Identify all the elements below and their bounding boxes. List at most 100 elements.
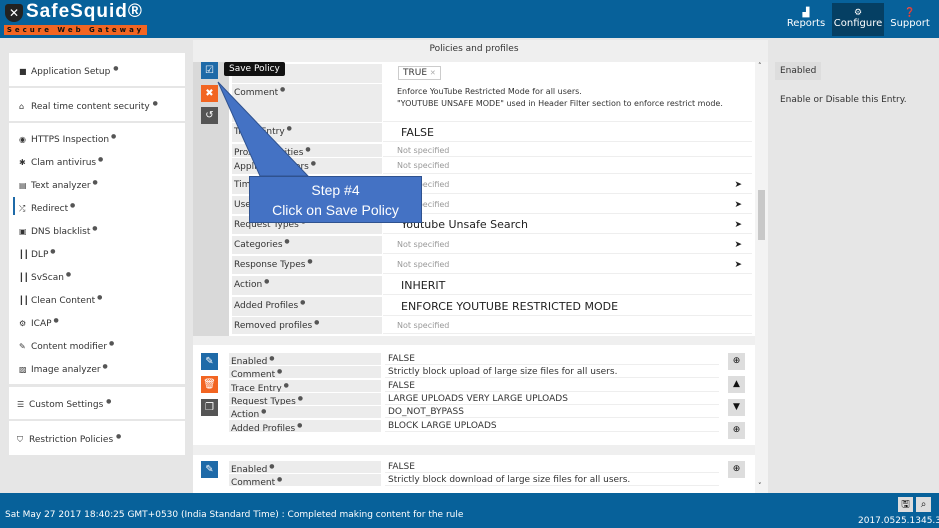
callout-instruction: Click on Save Policy <box>272 202 399 218</box>
brand-logo: SafeSquid® <box>26 1 143 22</box>
field-value[interactable]: Not specified ➤ <box>383 176 752 194</box>
field-value[interactable]: ENFORCE YOUTUBE RESTRICTED MODE <box>383 297 752 316</box>
sidebar-item-application-setup[interactable]: ■ Application Setup ● <box>9 53 185 86</box>
field-value: FALSE <box>385 353 719 365</box>
send-icon[interactable]: ➤ <box>734 216 742 234</box>
scroll-up-icon[interactable]: ˄ <box>758 62 762 70</box>
field-value[interactable]: Enforce YouTube Restricted Mode for all … <box>383 84 752 122</box>
sidebar-item-real-time-content-security[interactable]: ⌂ Real time content security ● <box>9 88 185 121</box>
info-icon: ● <box>106 398 112 405</box>
info-icon: ● <box>281 381 289 389</box>
info-icon: ● <box>267 355 275 362</box>
send-icon[interactable]: ➤ <box>734 236 742 254</box>
help-text: Enable or Disable this Entry. <box>780 95 907 105</box>
field-value-text: Not specified <box>397 240 450 249</box>
scrollbar[interactable]: ˄ ˅ <box>755 62 768 493</box>
field-value-text: DO_NOT_BYPASS <box>388 407 464 418</box>
field-label-text: Applicable Users <box>234 162 309 172</box>
callout-step: Step #4 <box>311 182 360 198</box>
sidebar-item-redirect[interactable]: ⤮ Redirect ● <box>19 202 75 214</box>
sidebar-label: Clam antivirus <box>31 158 97 168</box>
sidebar-item-clean-content[interactable]: ┃┃ Clean Content ● <box>19 294 102 306</box>
edit-button[interactable]: ✎ <box>201 353 218 370</box>
sidebar-item-text-analyzer[interactable]: ▤ Text analyzer ● <box>19 179 98 191</box>
eye-icon: ◉ <box>19 135 26 144</box>
field-label: Enabled ● <box>229 461 381 473</box>
field-label-text: Categories <box>234 240 283 250</box>
move-down-button[interactable]: ▼ <box>728 399 745 416</box>
field-label: Request Types ● <box>229 392 381 405</box>
field-label-text: Action <box>234 280 263 290</box>
reset-button[interactable]: ↺ <box>201 107 218 124</box>
check-square-icon: ☑ <box>205 65 214 76</box>
nav-reports[interactable]: ▟ Reports <box>782 3 830 36</box>
copy-icon: ❐ <box>205 402 214 413</box>
close-icon: ✖ <box>205 88 214 99</box>
nav-support[interactable]: ❓ Support <box>886 3 934 36</box>
send-icon[interactable]: ➤ <box>734 176 742 194</box>
field-value-text: BLOCK LARGE UPLOADS <box>388 420 497 431</box>
sidebar-item-clam-antivirus[interactable]: ✱ Clam antivirus ● <box>19 156 103 168</box>
field-label-text: Comment <box>231 478 276 487</box>
field-value[interactable]: Youtube Unsafe Search ➤ <box>383 216 752 234</box>
nav-configure[interactable]: ⚙ Configure <box>832 3 884 36</box>
field-value[interactable]: FALSE <box>383 123 752 142</box>
delete-button[interactable]: 🗑 <box>201 376 218 393</box>
field-value-text: FALSE <box>388 354 415 364</box>
field-label-text: Added Profiles <box>231 423 296 432</box>
enabled-tag[interactable]: TRUE ✕ <box>398 66 441 80</box>
save-policy-button[interactable]: ☑ <box>201 62 218 79</box>
field-value-text: FALSE <box>401 126 434 139</box>
field-value: Strictly block upload of large size file… <box>385 366 719 379</box>
move-bottom-button[interactable]: ⊕ <box>728 422 745 439</box>
info-icon: ● <box>305 258 313 265</box>
sidebar-item-https-inspection[interactable]: ◉ HTTPS Inspection ● <box>19 133 116 145</box>
scrollbar-thumb[interactable] <box>758 190 765 240</box>
sidebar-item-icap[interactable]: ⚙ ICAP ● <box>19 317 59 329</box>
sidebar-label: Application Setup <box>31 67 111 77</box>
field-label-text: Action <box>231 410 260 419</box>
sidebar-item-restriction-policies[interactable]: ⛉ Restriction Policies ● <box>9 421 185 455</box>
edit-button[interactable]: ✎ <box>201 461 218 478</box>
status-bar: Sat May 27 2017 18:40:25 GMT+0530 (India… <box>0 493 939 528</box>
search-icon[interactable]: ⌕ <box>916 497 931 512</box>
move-up-button[interactable]: ▲ <box>728 376 745 393</box>
sidebar-item-image-analyzer[interactable]: ▨ Image analyzer ● <box>19 363 108 375</box>
sidebar-item-custom-settings[interactable]: ☰ Custom Settings ● <box>9 387 185 419</box>
remove-tag-icon[interactable]: ✕ <box>430 69 436 77</box>
nav-label: Support <box>890 18 930 29</box>
sidebar-item-content-modifier[interactable]: ✎ Content modifier ● <box>19 340 114 352</box>
field-label-text: Trace Entry <box>231 383 282 392</box>
field-value: Strictly block download of large size fi… <box>385 474 719 487</box>
field-value[interactable]: Not specified ➤ <box>383 196 752 214</box>
field-label-text: Added Profiles <box>234 301 299 311</box>
sidebar-label: Image analyzer <box>31 365 101 375</box>
scroll-down-icon[interactable]: ˅ <box>758 482 762 490</box>
field-value[interactable]: Not specified <box>383 317 752 334</box>
send-icon[interactable]: ➤ <box>734 256 742 274</box>
logo-icon: ✕ <box>5 4 23 22</box>
send-icon[interactable]: ➤ <box>734 196 742 214</box>
info-icon: ● <box>68 202 76 209</box>
field-value-text: FALSE <box>388 380 415 391</box>
move-top-button[interactable]: ⊕ <box>728 353 745 370</box>
move-top-button[interactable]: ⊕ <box>728 461 745 478</box>
cancel-button[interactable]: ✖ <box>201 85 218 102</box>
sidebar-item-dlp[interactable]: ┃┃ DLP ● <box>19 248 56 260</box>
info-icon: ● <box>275 368 283 376</box>
field-value[interactable]: Not specified ➤ <box>383 256 752 274</box>
sidebar-item-dns-blacklist[interactable]: ▣ DNS blacklist ● <box>19 225 98 237</box>
arrow-circle-down-icon: ⊕ <box>732 425 741 435</box>
sidebar-item-svscan[interactable]: ┃┃ SvScan ● <box>19 271 71 283</box>
nav-label: Configure <box>833 18 883 29</box>
info-icon: ● <box>90 179 98 186</box>
file-icon: ▤ <box>19 181 27 190</box>
field-value[interactable]: INHERIT <box>383 276 752 295</box>
field-value[interactable]: Not specified <box>383 158 752 174</box>
field-value[interactable]: Not specified ➤ <box>383 236 752 254</box>
id-card-icon: ▣ <box>19 227 27 236</box>
field-value[interactable]: Not specified <box>383 144 752 157</box>
copy-button[interactable]: ❐ <box>201 399 218 416</box>
field-label-text: Proxy Identities <box>234 148 304 157</box>
save-icon[interactable]: 🖫 <box>898 497 913 512</box>
